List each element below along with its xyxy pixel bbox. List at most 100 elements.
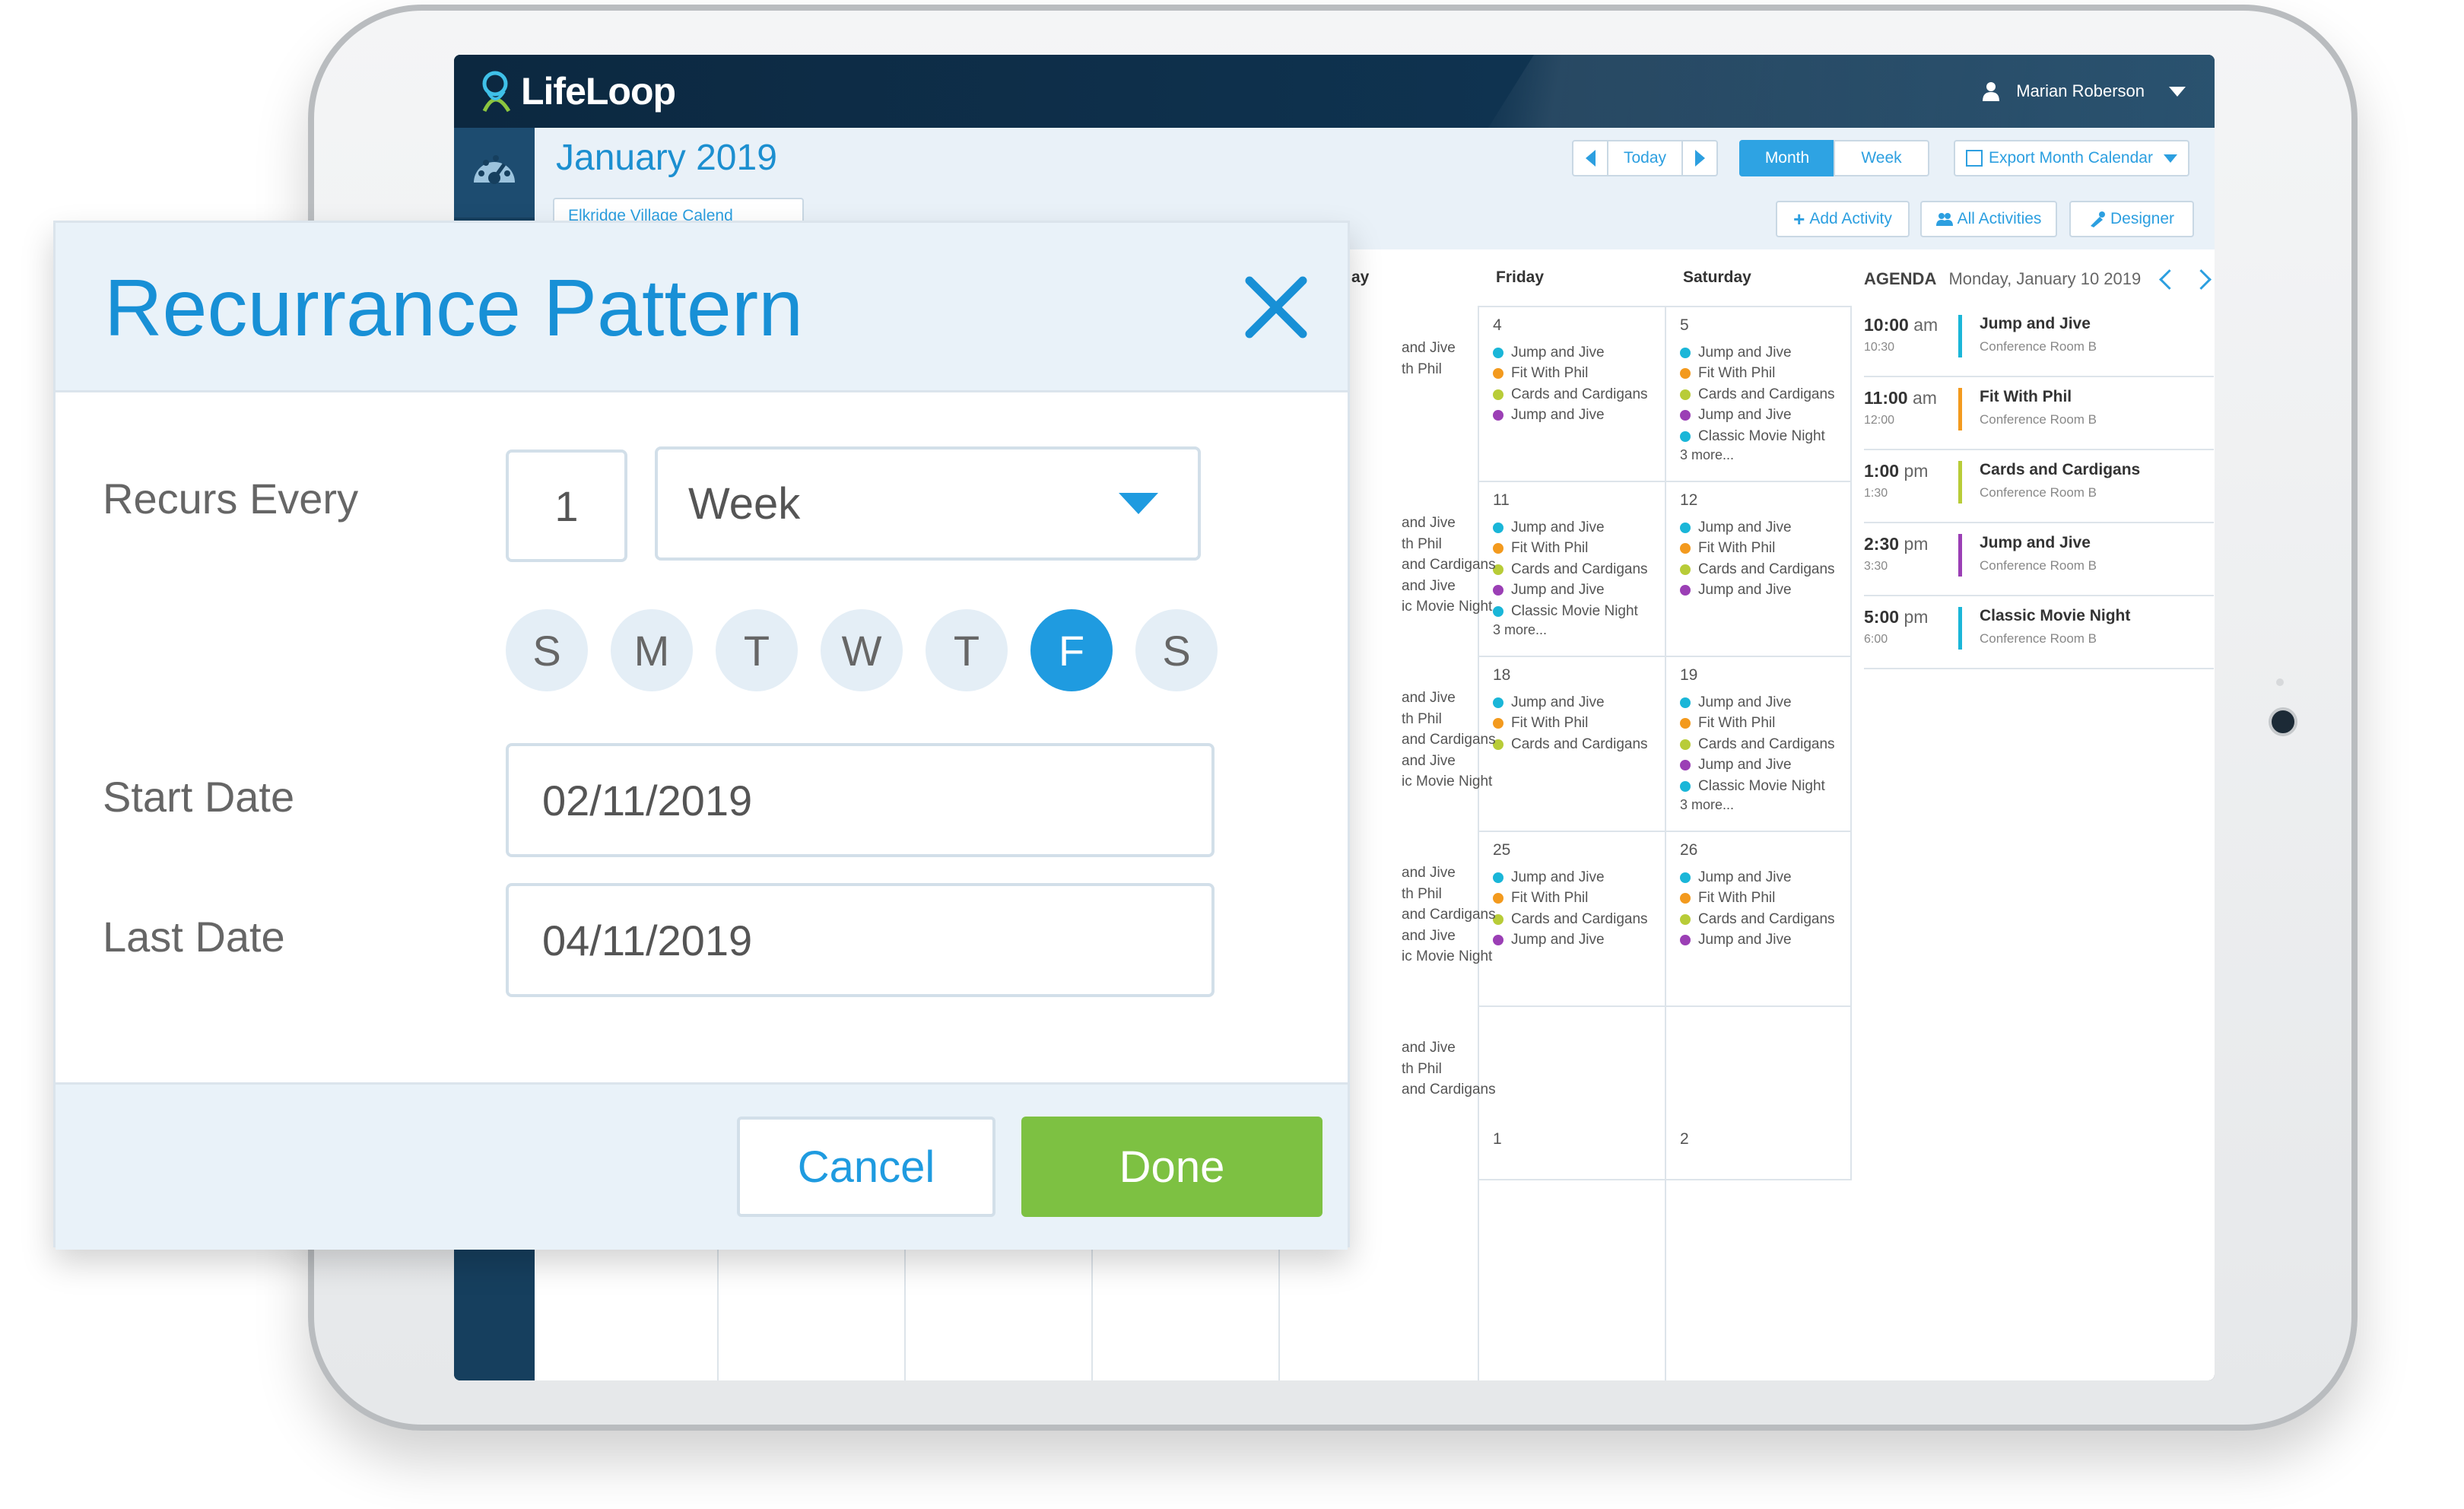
agenda-item[interactable]: 11:00 am 12:00 Fit With Phil Conference Roo… xyxy=(1864,377,2214,450)
event-item[interactable]: Jump and Jive xyxy=(1493,930,1665,951)
agenda-item[interactable]: 1:00 pm 1:30 Cards and Cardigans Conference… xyxy=(1864,450,2214,523)
next-month-button[interactable] xyxy=(1681,140,1718,176)
weekday-toggle[interactable]: S xyxy=(506,609,588,691)
event-title[interactable]: and Jive xyxy=(1402,576,1456,597)
event-title[interactable]: and Jive xyxy=(1402,338,1456,359)
event-item[interactable]: Jump and Jive xyxy=(1493,867,1665,888)
event-item[interactable]: Fit With Phil xyxy=(1493,888,1665,910)
event-item[interactable]: Cards and Cardigans xyxy=(1680,384,1850,405)
designer-button[interactable]: Designer xyxy=(2069,201,2194,237)
weekday-toggle[interactable]: T xyxy=(926,609,1008,691)
agenda-next-icon[interactable] xyxy=(2191,269,2212,290)
event-title[interactable]: th Phil xyxy=(1402,359,1442,380)
day-cell[interactable]: 19 Jump and Jive Fit With Phil Cards and Ca… xyxy=(1665,656,1852,831)
sidebar-item-dashboard[interactable] xyxy=(454,128,535,218)
weekday-toggle[interactable]: S xyxy=(1135,609,1218,691)
event-item[interactable]: Cards and Cardigans xyxy=(1493,384,1665,405)
agenda-item[interactable]: 10:00 am 10:30 Jump and Jive Conference Roo… xyxy=(1864,304,2214,377)
event-title[interactable]: th Phil xyxy=(1402,1059,1442,1080)
last-date-input[interactable]: 04/11/2019 xyxy=(506,883,1215,997)
event-item[interactable]: Fit With Phil xyxy=(1680,888,1850,910)
week-view-tab[interactable]: Week xyxy=(1834,140,1929,176)
weekday-toggle[interactable]: M xyxy=(611,609,693,691)
weekday-toggle[interactable]: F xyxy=(1030,609,1113,691)
recurs-interval-input[interactable]: 1 xyxy=(506,450,627,562)
app-logo[interactable]: LifeLoop xyxy=(477,67,676,116)
event-item[interactable]: Fit With Phil xyxy=(1493,713,1665,735)
day-cell[interactable]: 4 Jump and Jive Fit With Phil Cards and Car… xyxy=(1478,306,1665,481)
close-icon[interactable] xyxy=(1242,273,1310,342)
event-item[interactable]: Jump and Jive xyxy=(1493,517,1665,538)
day-cell[interactable]: 1 xyxy=(1478,1005,1665,1180)
more-events-link[interactable]: 3 more... xyxy=(1680,447,1850,469)
event-item[interactable]: Jump and Jive xyxy=(1493,342,1665,364)
event-title[interactable]: and Cardigans xyxy=(1402,554,1496,576)
weekday-toggle[interactable]: T xyxy=(716,609,798,691)
more-events-link[interactable]: 3 more... xyxy=(1680,797,1850,818)
event-item[interactable]: Jump and Jive xyxy=(1680,405,1850,427)
event-title[interactable]: and Jive xyxy=(1402,513,1456,534)
event-item[interactable]: Classic Movie Night xyxy=(1680,776,1850,797)
event-item[interactable]: Jump and Jive xyxy=(1680,342,1850,364)
event-item[interactable]: Jump and Jive xyxy=(1680,517,1850,538)
event-title[interactable]: ic Movie Night xyxy=(1402,771,1492,793)
weekday-toggle[interactable]: W xyxy=(821,609,903,691)
prev-month-button[interactable] xyxy=(1572,140,1608,176)
event-title[interactable]: and Jive xyxy=(1402,863,1456,884)
all-activities-button[interactable]: All Activities xyxy=(1920,201,2057,237)
event-item[interactable]: Jump and Jive xyxy=(1680,930,1850,951)
recurs-unit-select[interactable]: Week xyxy=(655,446,1201,561)
more-events-link[interactable]: 3 more... xyxy=(1493,622,1665,643)
event-title[interactable]: th Phil xyxy=(1402,884,1442,905)
event-item[interactable]: Fit With Phil xyxy=(1680,364,1850,385)
agenda-prev-icon[interactable] xyxy=(2159,269,2180,290)
event-title[interactable]: and Cardigans xyxy=(1402,904,1496,926)
done-button[interactable]: Done xyxy=(1021,1117,1322,1217)
event-title[interactable]: and Jive xyxy=(1402,751,1456,772)
today-button[interactable]: Today xyxy=(1607,140,1683,176)
month-view-tab[interactable]: Month xyxy=(1739,140,1835,176)
event-item[interactable]: Jump and Jive xyxy=(1493,692,1665,713)
day-cell[interactable]: 11 Jump and Jive Fit With Phil Cards and Ca… xyxy=(1478,481,1665,656)
event-item[interactable]: Jump and Jive xyxy=(1680,580,1850,602)
user-menu[interactable]: Marian Roberson xyxy=(1983,70,2186,113)
event-title[interactable]: th Phil xyxy=(1402,709,1442,730)
agenda-item[interactable]: 5:00 pm 6:00 Classic Movie Night Conference… xyxy=(1864,596,2214,669)
event-item[interactable]: Cards and Cardigans xyxy=(1680,909,1850,930)
event-item[interactable]: Classic Movie Night xyxy=(1680,426,1850,447)
event-title[interactable]: th Phil xyxy=(1402,534,1442,555)
event-item[interactable]: Jump and Jive xyxy=(1680,867,1850,888)
day-cell[interactable]: 5 Jump and Jive Fit With Phil Cards and Car… xyxy=(1665,306,1852,481)
day-cell[interactable]: 25 Jump and Jive Fit With Phil Cards and Ca… xyxy=(1478,831,1665,1005)
cancel-button[interactable]: Cancel xyxy=(737,1117,995,1217)
event-title[interactable]: and Cardigans xyxy=(1402,1079,1496,1101)
event-title[interactable]: and Cardigans xyxy=(1402,729,1496,751)
event-title[interactable]: and Jive xyxy=(1402,926,1456,947)
event-item[interactable]: Fit With Phil xyxy=(1493,538,1665,560)
event-title[interactable]: ic Movie Night xyxy=(1402,596,1492,618)
event-item[interactable]: Classic Movie Night xyxy=(1493,601,1665,622)
start-date-input[interactable]: 02/11/2019 xyxy=(506,743,1215,857)
event-item[interactable]: Cards and Cardigans xyxy=(1680,734,1850,755)
event-item[interactable]: Fit With Phil xyxy=(1680,538,1850,560)
event-item[interactable]: Jump and Jive xyxy=(1493,580,1665,602)
event-item[interactable]: Cards and Cardigans xyxy=(1680,559,1850,580)
event-item[interactable]: Fit With Phil xyxy=(1493,364,1665,385)
day-cell[interactable]: 26 Jump and Jive Fit With Phil Cards and Ca… xyxy=(1665,831,1852,1005)
event-item[interactable]: Jump and Jive xyxy=(1680,692,1850,713)
day-cell[interactable]: 12 Jump and Jive Fit With Phil Cards and Ca… xyxy=(1665,481,1852,656)
event-title[interactable]: and Jive xyxy=(1402,688,1456,709)
event-title[interactable]: ic Movie Night xyxy=(1402,946,1492,967)
agenda-item[interactable]: 2:30 pm 3:30 Jump and Jive Conference Room … xyxy=(1864,523,2214,596)
event-item[interactable]: Jump and Jive xyxy=(1493,405,1665,427)
event-title[interactable]: and Jive xyxy=(1402,1037,1456,1059)
event-item[interactable]: Jump and Jive xyxy=(1680,755,1850,777)
add-activity-button[interactable]: + Add Activity xyxy=(1776,201,1910,237)
export-calendar-button[interactable]: Export Month Calendar xyxy=(1954,140,2189,176)
event-item[interactable]: Cards and Cardigans xyxy=(1493,909,1665,930)
day-cell[interactable]: 18 Jump and Jive Fit With Phil Cards and Ca… xyxy=(1478,656,1665,831)
event-item[interactable]: Cards and Cardigans xyxy=(1493,734,1665,755)
event-item[interactable]: Fit With Phil xyxy=(1680,713,1850,735)
event-item[interactable]: Cards and Cardigans xyxy=(1493,559,1665,580)
day-cell[interactable]: 2 xyxy=(1665,1005,1852,1180)
